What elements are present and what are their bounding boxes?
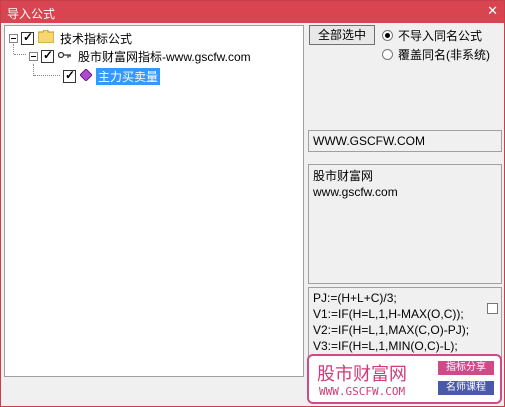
watermark-tag: 指标分享	[438, 361, 494, 375]
close-icon[interactable]: ✕	[487, 4, 498, 18]
radio-skip-same-dot[interactable]	[382, 30, 393, 41]
tree-node-child-label: 股市财富网指标-www.gscfw.com	[78, 49, 251, 64]
tree-connector	[34, 75, 60, 76]
window-title: 导入公式	[7, 7, 56, 21]
select-all-button[interactable]: 全部选中	[309, 25, 375, 45]
description-line: 股市财富网	[313, 169, 374, 183]
formula-line: V1:=IF(H=L,1,H-MAX(O,C));	[313, 307, 464, 321]
radio-overwrite-dot[interactable]	[382, 49, 393, 60]
leaf-checkbox[interactable]	[63, 68, 76, 83]
tree-node-root-label: 技术指标公式	[60, 31, 133, 46]
tree-node-leaf-label: 主力买卖量	[96, 67, 161, 85]
tree-node-child[interactable]: 股市财富网指标-www.gscfw.com	[29, 48, 251, 64]
radio-overwrite-label: 覆盖同名(非系统)	[398, 48, 490, 62]
formula-line: V3:=IF(H=L,1,MIN(O,C)-L);	[313, 339, 458, 353]
key-icon	[57, 49, 72, 63]
formula-line: PJ:=(H+L+C)/3;	[313, 291, 397, 305]
radio-skip-same-label: 不导入同名公式	[398, 29, 483, 43]
description-line: www.gscfw.com	[313, 185, 398, 199]
formula-icon	[79, 67, 93, 84]
title-bar: 导入公式 ✕	[1, 1, 504, 23]
url-text: WWW.GSCFW.COM	[313, 134, 425, 148]
description-box: 股市财富网 www.gscfw.com	[308, 164, 502, 284]
watermark-tag: 名师课程	[438, 381, 494, 395]
child-checkbox[interactable]	[41, 48, 54, 63]
collapse-icon[interactable]	[9, 33, 18, 43]
watermark-name: 股市财富网	[317, 364, 407, 385]
tree-node-leaf[interactable]: 主力买卖量	[63, 67, 161, 85]
folder-icon	[37, 29, 55, 46]
tree-connector	[14, 54, 26, 55]
collapse-icon[interactable]	[29, 51, 38, 61]
watermark-logo: 股市财富网 WWW.GSCFW.COM 指标分享 名师课程	[307, 354, 502, 404]
tree-node-root[interactable]: 技术指标公式	[9, 29, 133, 46]
url-box: WWW.GSCFW.COM	[308, 130, 502, 152]
radio-skip-same[interactable]: 不导入同名公式	[382, 27, 482, 44]
import-formula-dialog: 导入公式 ✕ 技术指标公式 股市财富网指标-www.gscfw.com	[0, 0, 505, 407]
root-checkbox[interactable]	[21, 30, 34, 45]
formula-option-checkbox[interactable]	[487, 303, 498, 314]
watermark-url: WWW.GSCFW.COM	[319, 385, 406, 398]
radio-overwrite[interactable]: 覆盖同名(非系统)	[382, 46, 490, 63]
formula-tree: 技术指标公式 股市财富网指标-www.gscfw.com 主力买卖量	[4, 25, 304, 377]
formula-line: V2:=IF(H=L,1,MAX(C,O)-PJ);	[313, 323, 470, 337]
